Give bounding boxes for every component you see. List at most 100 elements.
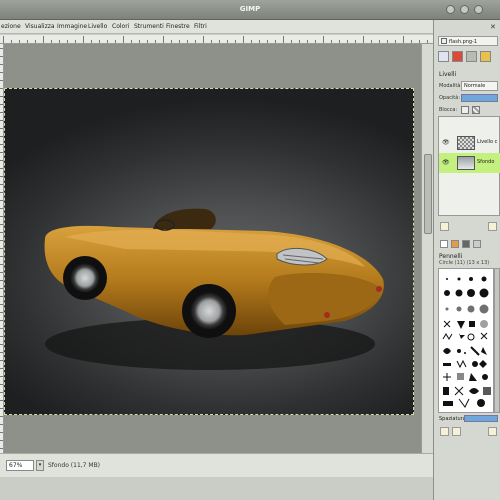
ruler-tick	[0, 184, 3, 185]
close-window-button[interactable]	[474, 5, 483, 14]
opacity-slider[interactable]	[461, 94, 498, 102]
ruler-tick	[147, 40, 148, 43]
ruler-tick	[0, 64, 3, 65]
ruler-tick	[0, 120, 3, 121]
ruler-tick	[347, 40, 348, 43]
canvas-area[interactable]	[4, 44, 421, 453]
ruler-tick	[0, 288, 3, 289]
ruler-tick	[307, 40, 308, 43]
gradients-tab-icon[interactable]	[462, 240, 470, 248]
eye-icon[interactable]: 👁	[442, 139, 450, 146]
menu-visualizza[interactable]: Visualizza	[25, 23, 55, 30]
ruler-tick	[0, 224, 3, 225]
ruler-tick	[123, 36, 124, 43]
ruler-tick	[27, 40, 28, 43]
ruler-tick	[275, 40, 276, 43]
patterns-tab-icon[interactable]	[451, 240, 459, 248]
ruler-tick	[0, 88, 3, 89]
refresh-brushes-icon[interactable]	[488, 427, 497, 436]
layer-name[interactable]: Sfondo	[477, 159, 494, 165]
menu-strumenti[interactable]: Strumenti	[134, 23, 164, 30]
layer-row-active[interactable]: 👁 Sfondo	[439, 153, 500, 173]
ruler-tick	[339, 40, 340, 43]
scrollbar-thumb[interactable]	[424, 154, 432, 234]
new-layer-icon[interactable]	[440, 222, 449, 231]
lock-alpha-icon[interactable]	[472, 106, 480, 114]
ruler-tick	[0, 416, 3, 417]
ruler-tick	[3, 36, 4, 43]
brush-tabs	[438, 238, 500, 250]
new-brush-icon[interactable]	[452, 427, 461, 436]
layer-name[interactable]: Livello c	[477, 139, 497, 145]
image-canvas[interactable]	[4, 88, 414, 415]
undo-tab-icon[interactable]	[480, 51, 491, 62]
brush-scrollbar[interactable]	[494, 268, 500, 413]
ruler-tick	[75, 40, 76, 43]
layers-panel-title: Livelli	[439, 71, 457, 78]
brushes-tab-icon[interactable]	[440, 240, 448, 248]
spacing-slider[interactable]	[464, 415, 498, 422]
spacing-label: Spaziatura	[439, 416, 466, 422]
layer-row[interactable]: 👁 Livello c	[439, 133, 500, 153]
zoom-dropdown-arrow[interactable]: ▾	[36, 460, 44, 471]
menu-livello[interactable]: Livello	[88, 23, 107, 30]
ruler-tick	[0, 240, 3, 241]
ruler-tick	[0, 216, 3, 217]
maximize-button[interactable]	[460, 5, 469, 14]
menu-selezione[interactable]: ezione	[1, 23, 21, 30]
layer-buttons	[438, 220, 500, 234]
minimize-button[interactable]	[446, 5, 455, 14]
ruler-tick	[227, 40, 228, 43]
ruler-tick	[219, 40, 220, 43]
ruler-tick	[0, 160, 3, 161]
close-icon[interactable]: ✕	[490, 23, 496, 31]
menu-finestre[interactable]: Finestre	[166, 23, 190, 30]
image-selector[interactable]: flash.png-1	[438, 36, 498, 46]
dock-tabs	[436, 50, 500, 64]
ruler-tick	[299, 40, 300, 43]
menu-immagine[interactable]: Immagine	[57, 23, 87, 30]
ruler-tick	[0, 344, 3, 345]
status-message: Sfondo (11,7 MB)	[48, 462, 101, 469]
ruler-tick	[0, 264, 3, 265]
vertical-scrollbar[interactable]	[421, 44, 433, 453]
ruler-tick	[91, 40, 92, 43]
ruler-tick	[315, 40, 316, 43]
ruler-tick	[387, 40, 388, 43]
ruler-tick	[0, 200, 3, 201]
mode-select[interactable]: Normale	[461, 81, 498, 91]
ruler-tick	[291, 40, 292, 43]
ruler-tick	[331, 40, 332, 43]
layer-thumbnail	[457, 136, 475, 150]
ruler-tick	[243, 36, 244, 43]
layers-tab-icon[interactable]	[438, 51, 449, 62]
mode-label: Modalità:	[439, 83, 463, 89]
ruler-tick	[107, 40, 108, 43]
menu-filtri[interactable]: Filtri	[194, 23, 207, 30]
menu-colori[interactable]: Colori	[112, 23, 129, 30]
fonts-tab-icon[interactable]	[473, 240, 481, 248]
paths-tab-icon[interactable]	[466, 51, 477, 62]
status-bar: 67% ▾ Sfondo (11,7 MB)	[0, 453, 433, 477]
ruler-tick	[163, 36, 164, 43]
brushes-panel-title: Pennelli	[439, 253, 463, 260]
ruler-tick	[187, 40, 188, 43]
zoom-field[interactable]: 67%	[6, 460, 34, 471]
ruler-tick	[0, 144, 3, 145]
channels-tab-icon[interactable]	[452, 51, 463, 62]
ruler-tick	[67, 40, 68, 43]
delete-layer-icon[interactable]	[488, 222, 497, 231]
ruler-tick	[11, 40, 12, 43]
ruler-tick	[0, 96, 3, 97]
eye-icon[interactable]: 👁	[442, 159, 450, 166]
ruler-tick	[0, 432, 3, 433]
brush-grid[interactable]	[438, 268, 494, 413]
ruler-tick	[0, 336, 3, 337]
edit-brush-icon[interactable]	[440, 427, 449, 436]
lock-pixels-icon[interactable]	[461, 106, 469, 114]
ruler-tick	[99, 40, 100, 43]
ruler-tick	[235, 40, 236, 43]
horizontal-ruler[interactable]	[0, 35, 433, 44]
ruler-tick	[0, 296, 3, 297]
ruler-tick	[179, 40, 180, 43]
